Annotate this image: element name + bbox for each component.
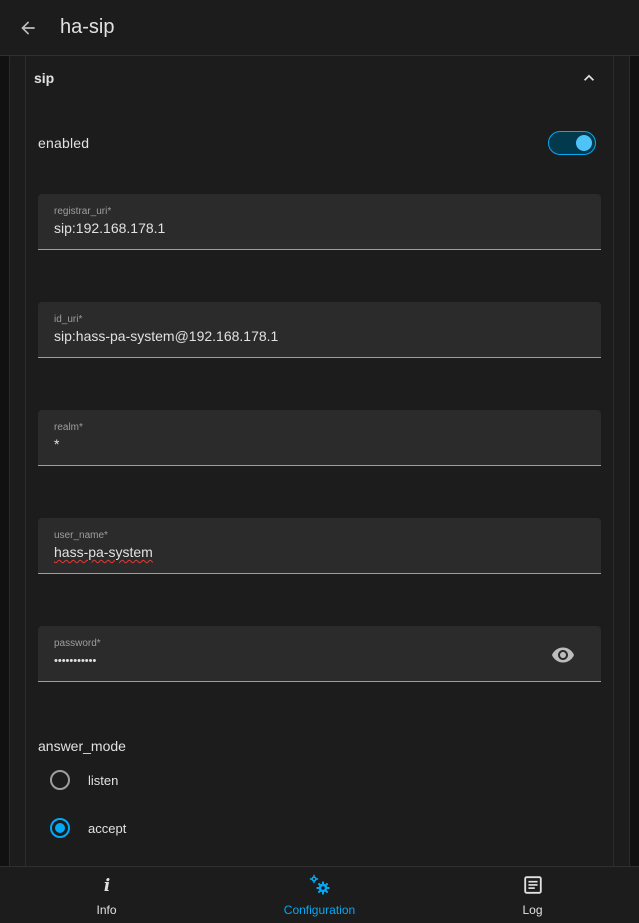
log-icon [521,873,545,897]
enabled-row: enabled [38,128,596,158]
app-header: ha-sip [0,0,639,56]
radio-label: accept [88,820,127,836]
registrar-uri-field[interactable]: registrar_uri* sip:192.168.178.1 [38,194,601,250]
back-button[interactable] [0,0,56,56]
bottom-nav: i Info Configuration Log [0,866,639,923]
field-label: id_uri* [54,314,83,325]
field-value: * [54,436,60,452]
nav-label: Info [96,903,117,917]
radio-accept[interactable]: accept [50,816,126,840]
nav-item-configuration[interactable]: Configuration [213,867,426,923]
radio-button-checked[interactable] [50,818,70,838]
field-value: sip:hass-pa-system@192.168.178.1 [54,328,279,344]
answer-mode-label: answer_mode [38,738,126,754]
id-uri-field[interactable]: id_uri* sip:hass-pa-system@192.168.178.1 [38,302,601,358]
field-label: user_name* [54,530,108,541]
nav-label: Configuration [283,903,356,917]
realm-field[interactable]: realm* * [38,410,601,466]
field-label: realm* [54,422,83,433]
page-title: ha-sip [60,16,115,38]
info-icon: i [95,873,119,897]
section-title: sip [34,70,55,86]
enabled-toggle[interactable] [548,131,596,155]
field-value: hass-pa-system [54,544,153,560]
password-value: ••••••••••• [54,655,97,667]
eye-icon[interactable] [551,643,575,667]
nav-label: Log [522,903,543,917]
cogs-icon [308,873,332,897]
enabled-label: enabled [38,135,90,151]
field-label: password* [54,638,101,649]
password-field[interactable]: password* ••••••••••• [38,626,601,682]
radio-listen[interactable]: listen [50,768,118,792]
config-content[interactable]: sip enabled registrar_uri* sip:192.168.1… [0,56,639,866]
sip-section-header[interactable]: sip [26,56,613,100]
radio-label: listen [88,772,119,788]
nav-item-log[interactable]: Log [426,867,639,923]
radio-button-unchecked[interactable] [50,770,70,790]
user-name-field[interactable]: user_name* hass-pa-system [38,518,601,574]
field-label: registrar_uri* [54,206,112,217]
field-value: sip:192.168.178.1 [54,220,166,236]
sip-section: sip enabled registrar_uri* sip:192.168.1… [25,56,614,866]
nav-item-info[interactable]: i Info [0,867,213,923]
toggle-thumb [576,135,592,151]
chevron-up-icon[interactable] [577,66,601,90]
svg-text:i: i [103,875,109,895]
arrow-left-icon [21,20,35,35]
